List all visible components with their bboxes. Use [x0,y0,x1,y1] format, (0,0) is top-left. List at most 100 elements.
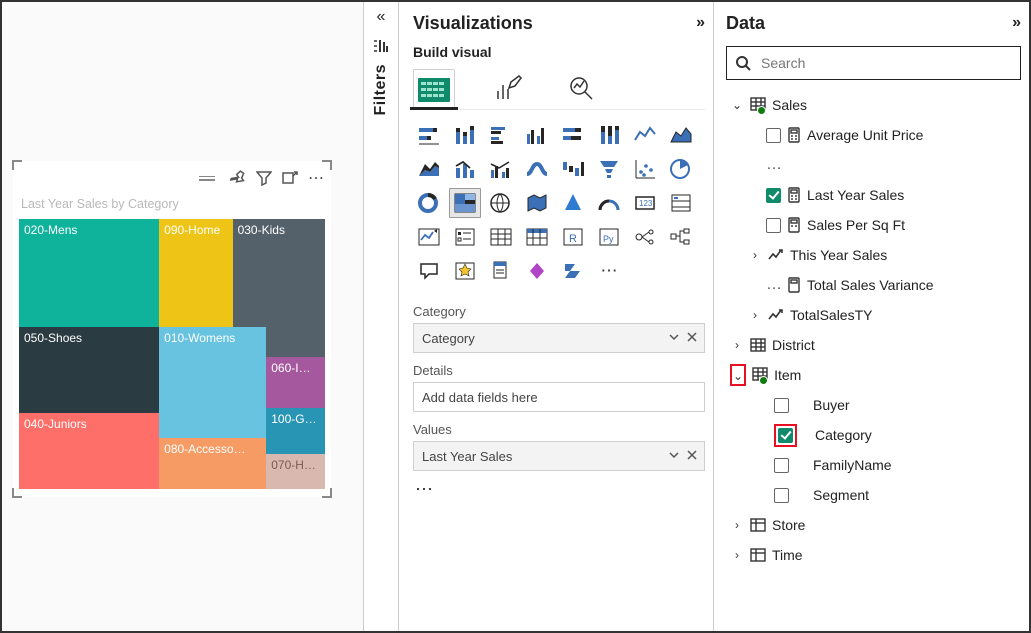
field-segment[interactable]: Segment [726,480,1021,510]
viz-waterfall[interactable] [557,154,589,184]
viz-smart-narrative[interactable] [449,256,481,286]
viz-donut[interactable] [413,188,445,218]
viz-stacked-column[interactable] [449,120,481,150]
chevron-right-icon[interactable]: › [730,518,744,532]
viz-matrix[interactable] [521,222,553,252]
tab-build-visual[interactable] [413,69,455,109]
viz-area[interactable] [665,120,697,150]
viz-get-more-visuals[interactable]: ⋯ [593,256,625,286]
viz-100-stacked-bar[interactable] [557,120,589,150]
field-category[interactable]: Category [726,420,1021,450]
pin-icon[interactable] [229,169,247,187]
field-row-ellipsis[interactable]: … [726,150,1021,180]
chevron-right-icon[interactable]: › [730,548,744,562]
table-store[interactable]: › Store [726,510,1021,540]
viz-kpi[interactable] [413,222,445,252]
well-details[interactable]: Add data fields here [413,382,705,412]
treemap-tile[interactable]: 050-Shoes [19,327,159,413]
remove-field-icon[interactable] [686,449,698,464]
viz-qna[interactable] [413,256,445,286]
viz-100-stacked-column[interactable] [593,120,625,150]
treemap-tile[interactable]: 060-I… [266,357,325,408]
focus-mode-icon[interactable] [281,169,299,187]
viz-r-visual[interactable]: R [557,222,589,252]
drag-handle-icon[interactable] [199,176,215,181]
collapse-visualizations-icon[interactable]: » [696,14,705,32]
tab-analytics[interactable] [561,69,603,109]
chevron-down-icon[interactable]: ⌄ [733,369,743,383]
chevron-down-icon[interactable]: ⌄ [730,98,744,112]
field-total-sales-variance[interactable]: … Total Sales Variance [726,270,1021,300]
tab-format-visual[interactable] [487,69,529,109]
viz-card[interactable]: 123 [629,188,661,218]
viz-clustered-column[interactable] [521,120,553,150]
treemap-tile[interactable]: 040-Juniors [19,413,159,489]
collapse-data-icon[interactable]: » [1012,14,1021,32]
viz-multirow-card[interactable] [665,188,697,218]
checkbox[interactable] [766,218,781,233]
checkbox[interactable] [766,128,781,143]
viz-paginated-report[interactable] [485,256,517,286]
viz-gauge[interactable] [593,188,625,218]
table-time[interactable]: › Time [726,540,1021,570]
chevron-down-icon[interactable] [668,449,680,464]
viz-line[interactable] [629,120,661,150]
checkbox-checked[interactable] [778,428,793,443]
table-item[interactable]: ⌄ Item [726,360,1021,390]
checkbox[interactable] [774,488,789,503]
checkbox[interactable] [774,458,789,473]
viz-clustered-bar[interactable] [485,120,517,150]
search-fields-box[interactable] [726,46,1021,80]
viz-decomposition-tree[interactable] [665,222,697,252]
field-familyname[interactable]: FamilyName [726,450,1021,480]
viz-key-influencers[interactable] [629,222,661,252]
viz-line-stacked-column[interactable] [449,154,481,184]
viz-map[interactable] [485,188,517,218]
field-avg-unit-price[interactable]: Average Unit Price [726,120,1021,150]
viz-table[interactable] [485,222,517,252]
viz-slicer[interactable] [449,222,481,252]
chevron-right-icon[interactable]: › [748,308,762,322]
chevron-down-icon[interactable] [668,331,680,346]
viz-filled-map[interactable] [521,188,553,218]
table-sales[interactable]: ⌄ Sales [726,90,1021,120]
table-district[interactable]: › District [726,330,1021,360]
viz-stacked-bar[interactable] [413,120,445,150]
chevron-right-icon[interactable]: › [748,248,762,262]
viz-scatter[interactable] [629,154,661,184]
viz-azure-map[interactable] [557,188,589,218]
more-icon[interactable]: ⋯ [307,169,325,187]
viz-treemap[interactable] [449,188,481,218]
field-buyer[interactable]: Buyer [726,390,1021,420]
field-last-year-sales[interactable]: Last Year Sales [726,180,1021,210]
treemap-tile[interactable]: 090-Home [159,219,232,327]
viz-stacked-area[interactable] [413,154,445,184]
chevron-right-icon[interactable]: › [730,338,744,352]
treemap-tile[interactable]: 070-H… [266,454,325,489]
filter-icon[interactable] [255,169,273,187]
search-fields-input[interactable] [759,54,1012,72]
well-values[interactable]: Last Year Sales [413,441,705,471]
treemap-tile[interactable]: 100-G… [266,408,325,454]
viz-power-apps[interactable] [521,256,553,286]
expand-filters-icon[interactable]: « [377,8,386,26]
treemap-plot[interactable]: 020-Mens 090-Home 030-Kids 050-Shoes 010… [19,219,325,489]
checkbox-checked[interactable] [766,188,781,203]
field-this-year-sales[interactable]: › This Year Sales [726,240,1021,270]
treemap-tile[interactable]: 080-Accesso… [159,438,266,489]
well-category[interactable]: Category [413,323,705,353]
treemap-tile[interactable]: 020-Mens [19,219,159,327]
visual-treemap-card[interactable]: ⋯ Last Year Sales by Category 020-Mens 0… [13,161,331,497]
viz-power-automate[interactable] [557,256,589,286]
filters-pane-collapsed[interactable]: « Filters [364,2,399,631]
viz-funnel[interactable] [593,154,625,184]
viz-py-visual[interactable]: Py [593,222,625,252]
viz-ribbon[interactable] [521,154,553,184]
field-total-sales-ty[interactable]: › TotalSalesTY [726,300,1021,330]
checkbox[interactable] [774,398,789,413]
treemap-tile[interactable]: 010-Womens [159,327,266,438]
remove-field-icon[interactable] [686,331,698,346]
viz-pie[interactable] [665,154,697,184]
viz-line-clustered-column[interactable] [485,154,517,184]
more-wells-icon[interactable]: ⋯ [413,479,705,500]
